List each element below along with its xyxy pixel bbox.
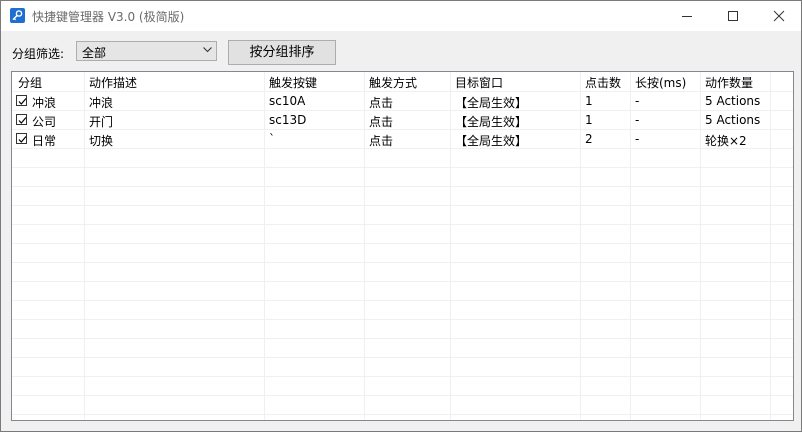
table-row[interactable]: 公司 开门 sc13D 点击 【全局生效】 1 - 5 Actions [12,111,793,130]
column-header-trigger-method[interactable]: 触发方式 [369,74,417,91]
column-header-hold-ms[interactable]: 长按(ms) [635,74,686,91]
cell-description: 开门 [89,115,114,129]
table-row[interactable]: 冲浪 冲浪 sc10A 点击 【全局生效】 1 - 5 Actions [12,92,793,111]
column-header-click-count[interactable]: 点击数 [585,74,621,91]
cell-group: 公司 [32,115,57,129]
cell-target-window: 【全局生效】 [455,134,528,148]
cell-hold-ms: - [635,132,640,146]
column-header-action-count[interactable]: 动作数量 [705,74,753,91]
column-header-group[interactable]: 分组 [18,74,42,91]
grid-line [12,414,793,415]
close-icon [773,10,785,22]
cell-action-count: 5 Actions [705,113,761,127]
app-window: 快捷键管理器 V3.0 (极简版) 分组筛选: 全部 按分组排序 分组 动作描述… [0,0,802,432]
grid-line [12,395,793,396]
maximize-icon [728,11,738,21]
cell-action-count: 轮换×2 [705,134,747,148]
group-filter-value: 全部 [82,46,107,60]
cell-hold-ms: - [635,113,640,127]
group-filter-dropdown[interactable]: 全部 [76,41,217,61]
column-header-trigger-key[interactable]: 触发按键 [269,74,317,91]
grid-line [12,357,793,358]
cell-click-count: 2 [585,132,593,146]
title-bar[interactable]: 快捷键管理器 V3.0 (极简版) [1,1,801,31]
checkmark-icon [18,136,27,143]
cell-group: 冲浪 [32,96,57,110]
row-checkbox[interactable] [16,95,27,106]
grid-line [12,224,793,225]
grid-line [12,338,793,339]
column-header-target-window[interactable]: 目标窗口 [455,74,503,91]
chevron-down-icon [203,47,212,53]
cell-group: 日常 [32,134,57,148]
cell-trigger-method: 点击 [369,115,394,129]
grid-line [12,319,793,320]
row-checkbox[interactable] [16,133,27,144]
group-filter-label: 分组筛选: [12,47,65,61]
column-header-description[interactable]: 动作描述 [89,74,137,91]
cell-target-window: 【全局生效】 [455,96,528,110]
sort-by-group-button[interactable]: 按分组排序 [228,40,336,65]
cell-trigger-key: sc10A [269,94,306,108]
grid-line [12,167,793,168]
key-icon [10,8,25,23]
cell-target-window: 【全局生效】 [455,115,528,129]
cell-trigger-key: ` [269,132,275,146]
cell-description: 冲浪 [89,96,114,110]
table-row[interactable]: 日常 切换 ` 点击 【全局生效】 2 - 轮换×2 [12,130,793,149]
maximize-button[interactable] [710,1,756,31]
grid-line [12,376,793,377]
cell-action-count: 5 Actions [705,94,761,108]
checkmark-icon [18,117,27,124]
grid-line [12,243,793,244]
grid-line [12,205,793,206]
grid-line [12,262,793,263]
cell-hold-ms: - [635,94,640,108]
row-checkbox[interactable] [16,114,27,125]
cell-click-count: 1 [585,94,593,108]
grid-line [12,281,793,282]
checkmark-icon [18,98,27,105]
cell-click-count: 1 [585,113,593,127]
close-button[interactable] [756,1,802,31]
cell-trigger-method: 点击 [369,96,394,110]
cell-trigger-method: 点击 [369,134,394,148]
minimize-icon [682,16,692,17]
table-header: 分组 动作描述 触发按键 触发方式 目标窗口 点击数 长按(ms) 动作数量 [12,72,793,91]
cell-trigger-key: sc13D [269,113,307,127]
window-title: 快捷键管理器 V3.0 (极简版) [32,10,185,24]
cell-description: 切换 [89,134,114,148]
grid-line [12,300,793,301]
minimize-button[interactable] [664,1,710,31]
hotkey-list[interactable]: 分组 动作描述 触发按键 触发方式 目标窗口 点击数 长按(ms) 动作数量 冲… [11,71,794,421]
grid-line [12,186,793,187]
